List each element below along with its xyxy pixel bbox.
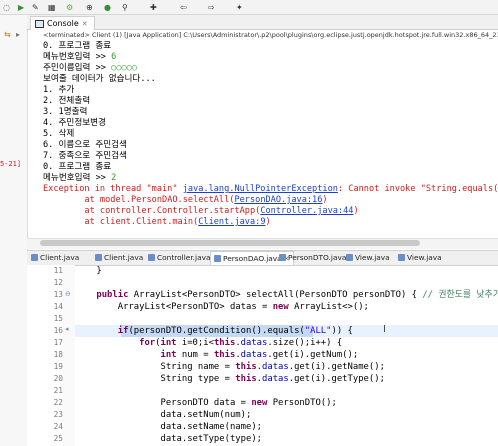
console-line: 보여줄 데이터가 없습니다...	[43, 74, 156, 84]
new-java-class-icon[interactable]: ⊕	[86, 2, 93, 12]
code-line: String type = this.datas.get(i).getType(…	[75, 374, 385, 384]
java-file-icon	[279, 254, 286, 261]
console-user-input: ○○○○○	[111, 63, 138, 73]
debug-icon[interactable]: ✎	[32, 2, 39, 12]
run-icon[interactable]: ▶	[18, 2, 24, 12]
fold-collapse-icon[interactable]: ⊖	[65, 290, 71, 298]
line-number: 22	[53, 398, 63, 407]
stack-frame: at model.PersonDAO.selectAll(PersonDAO.j…	[43, 195, 328, 205]
console-line: 3. 1명출력	[43, 107, 88, 117]
scrollbar-thumb[interactable]	[40, 240, 420, 246]
code-line: public ArrayList<PersonDTO> selectAll(Pe…	[96, 290, 498, 300]
console-line: 1. 추가	[43, 85, 75, 95]
stack-frame-link[interactable]: Controller.java:44	[260, 206, 353, 216]
tab-editor[interactable]: PersonDTO.java	[279, 251, 346, 264]
back-icon[interactable]: ⇦	[180, 2, 187, 12]
open-type-icon[interactable]: ●	[104, 2, 111, 12]
pin-icon[interactable]: ✦	[236, 2, 243, 12]
line-number: 19	[53, 362, 63, 371]
line-number: 23	[53, 410, 63, 419]
code-line: }	[75, 266, 102, 276]
line-number: 17	[53, 338, 63, 347]
line-number: 14	[53, 302, 63, 311]
tab-editor[interactable]: Client.java	[95, 251, 143, 264]
tab-editor[interactable]: Controller.java	[148, 251, 211, 264]
navigate-icon[interactable]: ✚	[150, 2, 157, 12]
line-number: 21	[53, 386, 63, 395]
code-line: data.setNum(num);	[75, 410, 252, 420]
line-number-ruler: 11 12 13 14 15 16 17 18 19 20 21 22 23 2…	[27, 265, 63, 446]
stack-frame-link[interactable]: PersonDAO.java:16	[234, 195, 322, 205]
code-line: data.setType(type);	[75, 434, 263, 444]
text-cursor-icon: I	[383, 324, 386, 335]
tab-editor[interactable]: View.java	[398, 251, 442, 264]
line-number: 13	[53, 290, 63, 299]
line-number: 16	[53, 326, 63, 335]
console-line: 0. 프로그램 종료	[43, 41, 112, 51]
line-number: 25	[53, 434, 63, 443]
line-number: 20	[53, 374, 63, 383]
console-line: 7. 중족으로 주민검색	[43, 151, 127, 161]
main-toolbar	[0, 0, 498, 15]
link-with-editor-icon[interactable]: ⇆	[4, 30, 11, 39]
forward-icon[interactable]: ⇨	[208, 2, 215, 12]
close-icon[interactable]: ✕	[82, 20, 88, 28]
code-line: String name = this.datas.get(i).getName(…	[75, 362, 385, 372]
code-line: ArrayList<PersonDTO> datas = new ArrayLi…	[75, 302, 369, 312]
console-icon	[35, 19, 44, 28]
skip-breakpoints-icon[interactable]: ◌	[3, 2, 10, 12]
java-file-icon	[398, 254, 405, 261]
coverage-icon[interactable]: ▦	[48, 2, 56, 12]
line-number: 12	[53, 278, 63, 287]
search-icon[interactable]: ⚲	[122, 2, 128, 12]
console-output[interactable]: 0. 프로그램 종료 메뉴번호입력 >> 6 주민이름입력 >> ○○○○○ 보…	[27, 41, 498, 237]
console-tab-bar	[27, 15, 498, 30]
code-line: int num = this.datas.get(i).getNum();	[160, 350, 359, 360]
stack-frame: at client.Client.main(Client.java:9)	[43, 217, 271, 227]
console-line: 6. 이름으로 주민검색	[43, 140, 127, 150]
console-line: 4. 주민정보변경	[43, 118, 106, 128]
tab-console-label: Console	[47, 19, 79, 28]
console-line: 주민이름입력 >> ○○○○○	[43, 63, 138, 73]
java-file-icon	[346, 254, 353, 261]
external-tools-icon[interactable]: ⚙	[66, 2, 73, 12]
line-number: 15	[53, 314, 63, 323]
console-user-input: 6	[111, 52, 117, 62]
console-line: 5. 삭제	[43, 129, 75, 139]
line-number: 24	[53, 422, 63, 431]
code-line: PersonDTO data = new PersonDTO();	[75, 398, 337, 408]
stack-frame: at controller.Controller.startApp(Contro…	[43, 206, 359, 216]
gutter-marker: 5-21]	[0, 160, 22, 168]
console-status-line: <terminated> Client (1) [Java Applicatio…	[43, 31, 498, 39]
exception-line: Exception in thread "main" java.lang.Nul…	[43, 184, 498, 194]
code-editor[interactable]: } public ArrayList<PersonDTO> selectAll(…	[75, 265, 498, 446]
console-line: 메뉴번호입력 >> 6	[43, 52, 117, 62]
tab-editor[interactable]: View.java	[346, 251, 390, 264]
line-number: 18	[53, 350, 63, 359]
java-file-icon	[214, 255, 221, 262]
line-number: 11	[53, 266, 63, 275]
console-line: 메뉴번호입력 >> 2	[43, 173, 117, 183]
code-line: for(int i=0;i<this.datas.size();i++) {	[139, 338, 343, 348]
code-line: data.setName(name);	[75, 422, 263, 432]
console-line: 0. 프로그램 종료	[43, 162, 112, 172]
collapse-icon[interactable]: ▸	[16, 30, 20, 39]
exception-class-link[interactable]: java.lang.NullPointerException	[183, 184, 338, 194]
left-side-panel	[0, 15, 28, 446]
java-file-icon	[148, 254, 155, 261]
console-line: 2. 전체출력	[43, 96, 91, 106]
code-line-current: if(personDTO.getCondition().equals("ALL"…	[117, 326, 353, 336]
tab-console[interactable]: Console ✕	[30, 16, 95, 30]
stack-frame-link[interactable]: Client.java:9	[198, 217, 265, 227]
current-line-marker-icon: ◂	[65, 325, 69, 333]
java-file-icon	[31, 254, 38, 261]
tab-editor[interactable]: Client.java	[31, 251, 79, 264]
java-file-icon	[95, 254, 102, 261]
console-user-input: 2	[111, 173, 117, 183]
